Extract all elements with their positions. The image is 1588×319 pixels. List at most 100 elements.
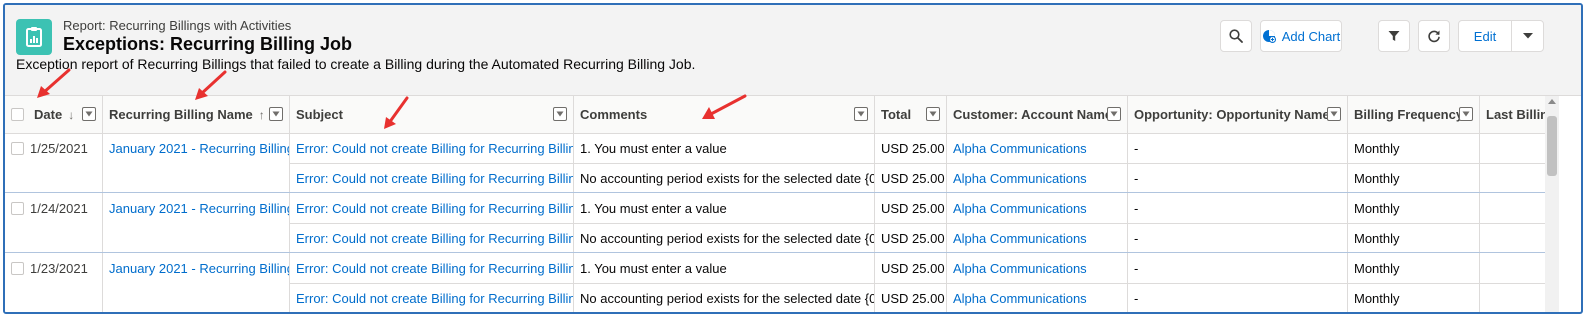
column-total[interactable]: Total xyxy=(875,96,947,133)
chevron-down-icon xyxy=(1522,33,1533,39)
search-button[interactable] xyxy=(1220,20,1252,52)
scrollbar-thumb[interactable] xyxy=(1547,116,1557,176)
sort-descending-icon: ↓ xyxy=(68,107,75,122)
account-link[interactable]: Alpha Communications xyxy=(947,223,1128,253)
clipboard-report-icon xyxy=(16,19,52,55)
column-last-billing-label: Last Billin xyxy=(1486,107,1545,122)
date-cell: 1/23/2021 xyxy=(5,253,103,283)
table-row: Error: Could not create Billing for Recu… xyxy=(5,283,1545,312)
recurring-billing-cell xyxy=(103,223,290,253)
date-value: 1/24/2021 xyxy=(30,200,88,216)
column-menu-icon[interactable] xyxy=(926,107,940,121)
total-cell: USD 25.00 xyxy=(875,283,947,312)
account-link[interactable]: Alpha Communications xyxy=(947,283,1128,312)
recurring-billing-cell xyxy=(103,163,290,193)
column-billing-frequency-label: Billing Frequency xyxy=(1354,107,1464,122)
table-row: Error: Could not create Billing for Recu… xyxy=(5,223,1545,253)
recurring-billing-link[interactable]: January 2021 - Recurring Billing xyxy=(103,193,290,223)
opportunity-cell: - xyxy=(1128,253,1348,283)
report-window: Report: Recurring Billings with Activiti… xyxy=(3,3,1583,314)
column-menu-icon[interactable] xyxy=(1327,107,1341,121)
column-total-label: Total xyxy=(881,107,912,122)
edit-button[interactable]: Edit xyxy=(1458,20,1512,52)
column-menu-icon[interactable] xyxy=(1107,107,1121,121)
account-link[interactable]: Alpha Communications xyxy=(947,163,1128,193)
row-checkbox[interactable] xyxy=(11,141,24,155)
scroll-up-arrow-icon[interactable] xyxy=(1548,99,1556,104)
column-comments-label: Comments xyxy=(580,107,648,122)
column-recurring-billing-name-label: Recurring Billing Name xyxy=(109,107,253,122)
column-opportunity-name[interactable]: Opportunity: Opportunity Name xyxy=(1128,96,1348,133)
more-actions-button[interactable] xyxy=(1511,20,1544,52)
date-value: 1/23/2021 xyxy=(30,260,88,276)
report-header: Report: Recurring Billings with Activiti… xyxy=(5,5,1581,96)
subject-link[interactable]: Error: Could not create Billing for Recu… xyxy=(290,283,574,312)
refresh-button[interactable] xyxy=(1418,20,1450,52)
account-link[interactable]: Alpha Communications xyxy=(947,133,1128,163)
report-type-label: Report: Recurring Billings with Activiti… xyxy=(63,18,292,33)
subject-link[interactable]: Error: Could not create Billing for Recu… xyxy=(290,223,574,253)
add-chart-button[interactable]: Add Chart xyxy=(1260,20,1342,52)
column-date[interactable]: Date ↓ xyxy=(5,96,103,133)
total-cell: USD 25.00 xyxy=(875,253,947,283)
total-cell: USD 25.00 xyxy=(875,133,947,163)
account-link[interactable]: Alpha Communications xyxy=(947,193,1128,223)
column-comments[interactable]: Comments xyxy=(574,96,875,133)
opportunity-cell: - xyxy=(1128,283,1348,312)
row-checkbox[interactable] xyxy=(11,261,24,275)
column-subject-label: Subject xyxy=(296,107,343,122)
frequency-cell: Monthly xyxy=(1348,253,1480,283)
filter-icon xyxy=(1388,31,1400,41)
table-row: 1/23/2021 January 2021 - Recurring Billi… xyxy=(5,253,1545,283)
frequency-cell: Monthly xyxy=(1348,163,1480,193)
column-menu-icon[interactable] xyxy=(854,107,868,121)
column-menu-icon[interactable] xyxy=(269,107,283,121)
filter-button[interactable] xyxy=(1378,20,1410,52)
sort-ascending-icon: ↑ xyxy=(258,107,265,122)
date-cell: 1/25/2021 xyxy=(5,133,103,163)
last-billing-cell xyxy=(1480,133,1545,163)
table-row: Error: Could not create Billing for Recu… xyxy=(5,163,1545,193)
report-description: Exception report of Recurring Billings t… xyxy=(16,56,696,72)
account-link[interactable]: Alpha Communications xyxy=(947,253,1128,283)
subject-link[interactable]: Error: Could not create Billing for Recu… xyxy=(290,163,574,193)
select-all-checkbox[interactable] xyxy=(11,108,24,121)
column-last-billing[interactable]: Last Billin xyxy=(1480,96,1545,133)
opportunity-cell: - xyxy=(1128,223,1348,253)
chart-icon xyxy=(1262,30,1276,43)
group-divider xyxy=(5,312,1545,313)
subject-link[interactable]: Error: Could not create Billing for Recu… xyxy=(290,133,574,163)
column-subject[interactable]: Subject xyxy=(290,96,574,133)
opportunity-cell: - xyxy=(1128,193,1348,223)
recurring-billing-link[interactable]: January 2021 - Recurring Billing xyxy=(103,253,290,283)
opportunity-cell: - xyxy=(1128,163,1348,193)
edit-label: Edit xyxy=(1473,28,1497,44)
date-cell: 1/24/2021 xyxy=(5,193,103,223)
vertical-scrollbar[interactable] xyxy=(1545,96,1559,312)
column-menu-icon[interactable] xyxy=(553,107,567,121)
column-menu-icon[interactable] xyxy=(82,107,96,121)
column-menu-icon[interactable] xyxy=(1459,107,1473,121)
refresh-icon xyxy=(1428,30,1440,43)
recurring-billing-cell xyxy=(103,283,290,312)
subject-link[interactable]: Error: Could not create Billing for Recu… xyxy=(290,253,574,283)
last-billing-cell xyxy=(1480,223,1545,253)
total-cell: USD 25.00 xyxy=(875,163,947,193)
frequency-cell: Monthly xyxy=(1348,133,1480,163)
subject-link[interactable]: Error: Could not create Billing for Recu… xyxy=(290,193,574,223)
row-checkbox[interactable] xyxy=(11,201,24,215)
table-header: Date ↓ Recurring Billing Name ↑ Subject … xyxy=(5,96,1545,134)
date-value: 1/25/2021 xyxy=(30,140,88,156)
column-date-label: Date xyxy=(34,107,63,122)
comments-cell: 1. You must enter a value xyxy=(574,253,875,283)
column-customer-account-name[interactable]: Customer: Account Name xyxy=(947,96,1128,133)
total-cell: USD 25.00 xyxy=(875,223,947,253)
date-cell xyxy=(5,223,103,253)
column-recurring-billing-name[interactable]: Recurring Billing Name ↑ xyxy=(103,96,290,133)
add-chart-label: Add Chart xyxy=(1281,28,1341,44)
comments-cell: 1. You must enter a value xyxy=(574,133,875,163)
column-billing-frequency[interactable]: Billing Frequency xyxy=(1348,96,1480,133)
recurring-billing-link[interactable]: January 2021 - Recurring Billing xyxy=(103,133,290,163)
report-table: Date ↓ Recurring Billing Name ↑ Subject … xyxy=(5,96,1545,313)
column-customer-account-name-label: Customer: Account Name xyxy=(953,107,1113,122)
